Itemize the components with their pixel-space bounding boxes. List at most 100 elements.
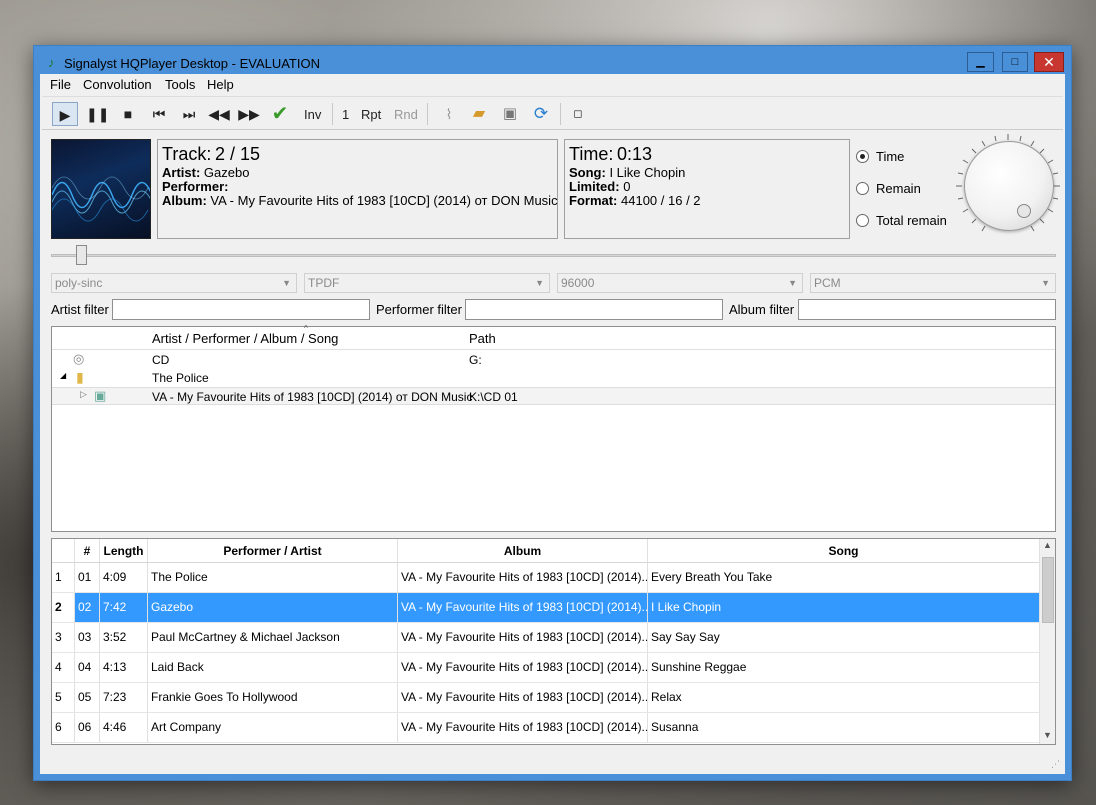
save-icon[interactable]: ▣ <box>498 102 522 126</box>
table-row[interactable]: 4 04 4:13 Laid Back VA - My Favourite Hits o… <box>52 653 1039 683</box>
playlist-table: # Length Performer / Artist Album Song 1… <box>51 538 1056 745</box>
invert-button[interactable]: Inv <box>304 107 321 122</box>
column-header-name[interactable]: Artist / Performer / Album / Song <box>152 331 338 346</box>
brush-icon[interactable]: ⌇ <box>438 102 460 126</box>
column-header-path[interactable]: Path <box>469 331 496 346</box>
tree-row[interactable]: ◎ CD G: <box>52 351 1055 369</box>
dither-select-value: TPDF <box>308 276 340 290</box>
menu-bar: File Convolution Tools Help <box>40 74 1065 94</box>
previous-track-icon[interactable]: ⏮ <box>146 102 172 126</box>
rewind-icon[interactable]: ◀◀ <box>206 102 232 126</box>
repeat-button[interactable]: Rpt <box>361 107 381 122</box>
expand-arrow-icon[interactable]: ▷ <box>80 389 87 400</box>
time-value: 0:13 <box>616 144 653 164</box>
seek-slider-thumb[interactable] <box>76 245 88 265</box>
main-window: ♪ Signalyst HQPlayer Desktop - EVALUATIO… <box>33 45 1072 781</box>
radio-total-remain[interactable]: Total remain <box>856 213 947 228</box>
column-header-album[interactable]: Album <box>398 539 648 562</box>
table-cell-song: Say Say Say <box>651 630 720 644</box>
artist-value: Gazebo <box>203 165 250 180</box>
table-cell-num: 03 <box>75 623 100 652</box>
radio-time[interactable]: Time <box>856 149 904 164</box>
chevron-down-icon: ▼ <box>1041 278 1050 288</box>
seek-slider-track[interactable] <box>51 254 1056 257</box>
pause-icon[interactable]: ❚❚ <box>86 102 109 126</box>
volume-knob[interactable] <box>964 141 1054 231</box>
mode-select[interactable]: PCM ▼ <box>810 273 1056 293</box>
column-header-song[interactable]: Song <box>648 539 1039 562</box>
playlist-scrollbar[interactable]: ▲ ▼ <box>1039 539 1055 744</box>
column-header-number[interactable]: # <box>75 539 100 562</box>
chevron-down-icon: ▼ <box>788 278 797 288</box>
table-cell-num: 06 <box>75 713 100 742</box>
table-row[interactable]: 5 05 7:23 Frankie Goes To Hollywood VA - My … <box>52 683 1039 713</box>
table-row[interactable]: 6 06 4:46 Art Company VA - My Favourite Hits… <box>52 713 1039 743</box>
table-cell-length: 4:09 <box>100 563 148 592</box>
random-button[interactable]: Rnd <box>394 107 418 122</box>
table-cell-album: VA - My Favourite Hits of 1983 [10CD] (2… <box>398 593 648 622</box>
scrollbar-thumb[interactable] <box>1042 557 1054 623</box>
title-bar[interactable]: ♪ Signalyst HQPlayer Desktop - EVALUATIO… <box>34 46 1071 74</box>
play-icon[interactable]: ▶ <box>52 102 78 126</box>
column-header-index <box>52 539 75 562</box>
filter-select-value: poly-sinc <box>55 276 103 290</box>
tree-row-path: K:\CD 01 <box>469 390 518 404</box>
radio-time-indicator[interactable] <box>856 150 869 163</box>
maximize-button[interactable]: □ <box>1002 52 1028 72</box>
radio-total-remain-label: Total remain <box>876 213 947 228</box>
scroll-down-icon[interactable]: ▼ <box>1043 730 1052 740</box>
table-cell-artist: The Police <box>148 563 398 592</box>
library-tree-header: Artist / Performer / Album / Song ^ Path <box>52 324 1055 350</box>
menu-file[interactable]: File <box>50 77 71 92</box>
cd-drive-icon: ◎ <box>73 351 85 366</box>
menu-tools[interactable]: Tools <box>165 77 195 92</box>
table-row[interactable]: 2 02 7:42 Gazebo VA - My Favourite Hits of 1… <box>52 593 1039 623</box>
artist-filter-input[interactable] <box>112 299 370 320</box>
radio-total-remain-indicator[interactable] <box>856 214 869 227</box>
column-header-length[interactable]: Length <box>100 539 148 562</box>
close-button[interactable]: ✕ <box>1034 52 1064 72</box>
menu-help[interactable]: Help <box>207 77 234 92</box>
artist-label: Artist: <box>162 165 201 180</box>
table-cell-idx: 6 <box>52 713 75 742</box>
track-label: Track: <box>162 144 212 164</box>
next-track-icon[interactable]: ⏭ <box>176 102 202 126</box>
radio-time-label: Time <box>876 149 905 164</box>
menu-convolution[interactable]: Convolution <box>83 77 152 92</box>
table-cell-song: Relax <box>651 690 682 704</box>
tree-row-name: CD <box>152 353 170 367</box>
open-folder-icon[interactable]: ▰ <box>466 102 492 126</box>
album-filter-input[interactable] <box>798 299 1056 320</box>
stop-icon[interactable]: ■ <box>116 102 140 126</box>
tree-row[interactable]: ◢ ▮ The Police <box>52 369 1055 387</box>
toolbar-separator <box>427 103 428 125</box>
track-value: 2 / 15 <box>214 144 261 164</box>
playlist-header: # Length Performer / Artist Album Song <box>52 539 1039 563</box>
performer-filter-input[interactable] <box>465 299 723 320</box>
radio-remain-indicator[interactable] <box>856 182 869 195</box>
radio-remain[interactable]: Remain <box>856 181 921 196</box>
minimize-button[interactable]: ▁ <box>967 52 994 72</box>
resize-grip-icon[interactable]: ⋰ <box>1051 759 1060 770</box>
dither-select[interactable]: TPDF ▼ <box>304 273 550 293</box>
tree-row-path: G: <box>469 353 482 367</box>
scroll-up-icon[interactable]: ▲ <box>1043 540 1052 550</box>
table-row[interactable]: 3 03 3:52 Paul McCartney & Michael Jackson V… <box>52 623 1039 653</box>
collapse-arrow-icon[interactable]: ◢ <box>60 371 66 380</box>
time-info-panel: Time: 0:13 Song: I Like Chopin Limited: … <box>564 139 850 239</box>
check-icon[interactable]: ✔ <box>267 102 293 126</box>
refresh-icon[interactable]: ⟳ <box>528 102 554 126</box>
window-mode-icon[interactable]: ◻ <box>568 102 588 126</box>
performer-label: Performer: <box>162 179 229 194</box>
performer-filter-label: Performer filter <box>376 302 462 317</box>
library-tree: Artist / Performer / Album / Song ^ Path… <box>51 324 1056 532</box>
column-header-artist[interactable]: Performer / Artist <box>148 539 398 562</box>
fast-forward-icon[interactable]: ▶▶ <box>236 102 262 126</box>
tree-row-name: The Police <box>152 371 209 385</box>
table-row[interactable]: 1 01 4:09 The Police VA - My Favourite Hits … <box>52 563 1039 593</box>
table-cell-num: 05 <box>75 683 100 712</box>
rate-select[interactable]: 96000 ▼ <box>557 273 803 293</box>
tree-row[interactable]: ▷ ▣ VA - My Favourite Hits of 1983 [10CD… <box>52 387 1055 405</box>
count-label[interactable]: 1 <box>342 107 349 122</box>
filter-select[interactable]: poly-sinc ▼ <box>51 273 297 293</box>
